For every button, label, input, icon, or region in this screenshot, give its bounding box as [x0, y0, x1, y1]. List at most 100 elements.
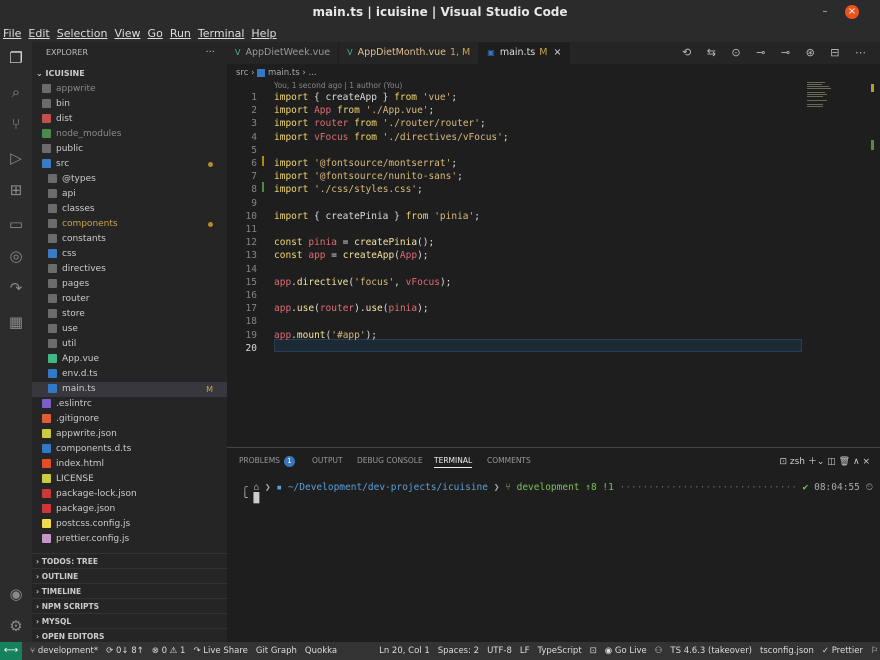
tree-item[interactable]: prettier.config.js — [32, 532, 227, 547]
more-actions-icon[interactable]: ··· — [205, 42, 215, 64]
tree-item[interactable]: router — [32, 292, 227, 307]
minimize-button[interactable]: – — [818, 5, 832, 19]
tree-item[interactable]: bin — [32, 97, 227, 112]
sidebar-section[interactable]: › MYSQL — [32, 613, 227, 628]
panel-tab-debug-console[interactable]: DEBUG CONSOLE — [357, 456, 423, 465]
tree-item[interactable]: src — [32, 157, 227, 172]
panel-tab-output[interactable]: OUTPUT — [312, 456, 343, 465]
tree-item[interactable]: pages — [32, 277, 227, 292]
tree-item[interactable]: index.html — [32, 457, 227, 472]
code-line[interactable]: import App from './App.vue'; — [274, 105, 434, 116]
cursor-position[interactable]: Ln 20, Col 1 — [379, 646, 430, 656]
tree-item[interactable]: env.d.ts — [32, 367, 227, 382]
git-blame-lens[interactable]: You, 1 second ago | 1 author (You) — [274, 81, 402, 90]
terminal-prompt[interactable]: ╭ ⌂ ❯ ▪ ~/Development/dev-projects/icuis… — [242, 482, 873, 504]
remote-icon[interactable]: ⟷ — [0, 642, 22, 660]
menu-selection[interactable]: Selection — [57, 27, 108, 40]
git-graph-button[interactable]: Git Graph — [256, 646, 297, 656]
code-line[interactable]: app.use(router).use(pinia); — [274, 303, 429, 314]
panel-tab-problems[interactable]: PROBLEMS 1 — [239, 456, 295, 467]
language-mode[interactable]: TypeScript — [537, 646, 581, 656]
tree-item[interactable]: constants — [32, 232, 227, 247]
run-debug-icon[interactable]: ▷ — [6, 148, 26, 168]
menu-help[interactable]: Help — [251, 27, 276, 40]
code-line[interactable]: const pinia = createPinia(); — [274, 237, 434, 248]
tree-item[interactable]: .gitignore — [32, 412, 227, 427]
encoding[interactable]: UTF-8 — [487, 646, 512, 656]
tree-item[interactable]: App.vue — [32, 352, 227, 367]
explorer-icon[interactable]: ❐ — [6, 48, 26, 68]
docker-icon[interactable]: ▦ — [6, 312, 26, 332]
code-editor[interactable]: src › main.ts › ... You, 1 second ago | … — [227, 64, 880, 447]
indentation[interactable]: Spaces: 2 — [438, 646, 479, 656]
tree-item[interactable]: appwrite.json — [32, 427, 227, 442]
code-line[interactable]: import '@fontsource/montserrat'; — [274, 158, 457, 169]
tree-item[interactable]: api — [32, 187, 227, 202]
tree-item[interactable]: LICENSE — [32, 472, 227, 487]
tree-item[interactable]: directives — [32, 262, 227, 277]
editor-actions[interactable]: ⟲ ⇆ ⊙ ⊸ ⊸ ⊛ ⊟ ⋯ — [682, 46, 872, 59]
account-icon[interactable]: ◉ — [6, 584, 26, 604]
tab-appdietweek-vue[interactable]: V AppDietWeek.vue — [227, 42, 340, 64]
menu-view[interactable]: View — [114, 27, 140, 40]
add-terminal-icon[interactable]: ＋⌄ — [808, 457, 825, 467]
tsconfig-button[interactable]: tsconfig.json — [760, 646, 814, 656]
git-branch[interactable]: ⑂ development* — [30, 646, 98, 656]
tree-item[interactable]: use — [32, 322, 227, 337]
code-line[interactable]: app.directive('focus', vFocus); — [274, 277, 451, 288]
settings-gear-icon[interactable]: ⚙ — [6, 616, 26, 636]
menu-go[interactable]: Go — [148, 27, 163, 40]
close-tab-icon[interactable]: × — [553, 47, 561, 58]
menu-edit[interactable]: Edit — [28, 27, 49, 40]
code-line[interactable]: const app = createApp(App); — [274, 250, 429, 261]
panel-actions[interactable]: ⊡ zsh ＋⌄ ◫ 🗑 ∧ × — [779, 454, 870, 467]
tree-item[interactable]: components — [32, 217, 227, 232]
code-line[interactable]: import vFocus from './directives/vFocus'… — [274, 132, 509, 143]
tree-item[interactable]: .eslintrc — [32, 397, 227, 412]
live-share-button[interactable]: ↷ Live Share — [193, 646, 247, 656]
tree-item[interactable]: node_modules — [32, 127, 227, 142]
quokka-button[interactable]: Quokka — [305, 646, 337, 656]
ts-version[interactable]: TS 4.6.3 (takeover) — [670, 646, 752, 656]
sidebar-section[interactable]: › OPEN EDITORS — [32, 628, 227, 643]
braces-icon[interactable]: ⊡ — [590, 646, 597, 656]
tree-item[interactable]: css — [32, 247, 227, 262]
sidebar-section[interactable]: › OUTLINE — [32, 568, 227, 583]
code-line[interactable]: app.mount('#app'); — [274, 330, 377, 341]
git-graph-icon[interactable]: ◎ — [6, 246, 26, 266]
menu-file[interactable]: File — [3, 27, 21, 40]
code-line[interactable]: import '@fontsource/nunito-sans'; — [274, 171, 463, 182]
code-line[interactable]: import { createApp } from 'vue'; — [274, 92, 457, 103]
tree-item[interactable]: store — [32, 307, 227, 322]
sidebar-section[interactable]: › NPM SCRIPTS — [32, 598, 227, 613]
tree-item[interactable]: @types — [32, 172, 227, 187]
copilot-icon[interactable]: ⚇ — [655, 646, 663, 656]
code-line[interactable]: import router from './router/router'; — [274, 118, 486, 129]
panel-tab-comments[interactable]: COMMENTS — [487, 456, 531, 465]
sidebar-section[interactable]: › TIMELINE — [32, 583, 227, 598]
tree-item[interactable]: postcss.config.js — [32, 517, 227, 532]
prettier-button[interactable]: ✓ Prettier — [822, 646, 863, 656]
source-control-icon[interactable]: ⑂ — [6, 114, 26, 134]
tree-item[interactable]: components.d.ts — [32, 442, 227, 457]
code-line[interactable]: import './css/styles.css'; — [274, 184, 423, 195]
menu-run[interactable]: Run — [170, 27, 191, 40]
sidebar-section[interactable]: › TODOS: TREE — [32, 553, 227, 568]
extensions-icon[interactable]: ⊞ — [6, 180, 26, 200]
tab-appdietmonth-vue[interactable]: V AppDietMonth.vue 1, M — [339, 42, 480, 64]
terminal-icon[interactable]: ⊡ — [779, 457, 787, 467]
eol[interactable]: LF — [520, 646, 530, 656]
tree-item[interactable]: util — [32, 337, 227, 352]
menu-terminal[interactable]: Terminal — [198, 27, 245, 40]
explorer-root[interactable]: ⌄ ICUISINE — [32, 66, 227, 81]
trash-icon[interactable]: 🗑 — [839, 457, 850, 467]
search-icon[interactable]: ⌕ — [6, 82, 26, 102]
close-panel-icon[interactable]: × — [862, 457, 870, 467]
tab-main-ts[interactable]: ▣ main.ts M × — [479, 42, 571, 64]
tree-item[interactable]: classes — [32, 202, 227, 217]
tree-item[interactable]: package-lock.json — [32, 487, 227, 502]
tree-item[interactable]: public — [32, 142, 227, 157]
tree-item[interactable]: dist — [32, 112, 227, 127]
sync-status[interactable]: ⟳ 0↓ 8↑ — [106, 646, 144, 656]
notifications-icon[interactable]: ⚐ — [871, 646, 879, 656]
